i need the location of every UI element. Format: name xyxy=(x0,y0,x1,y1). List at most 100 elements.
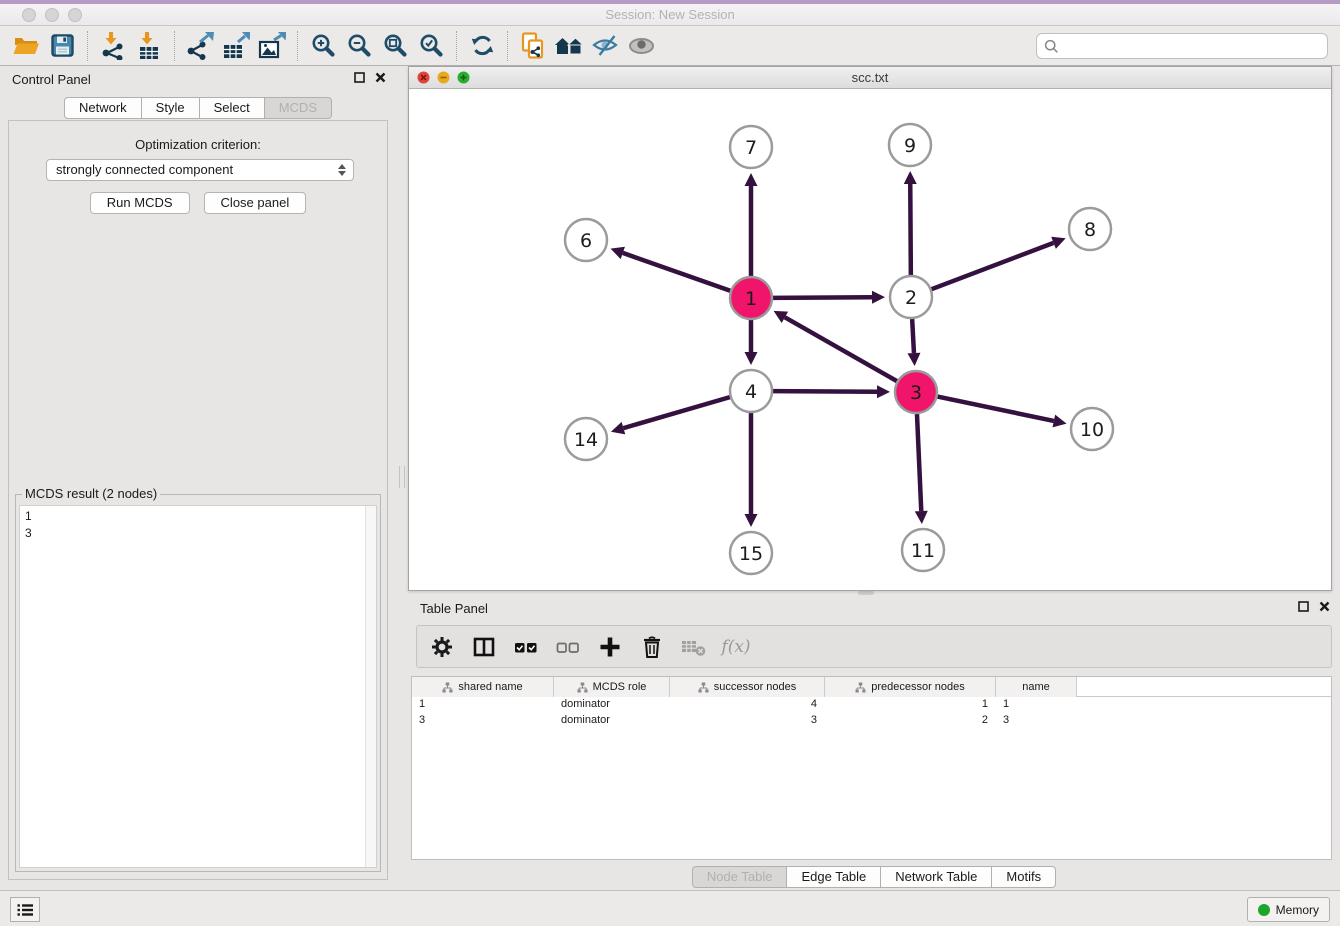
delete-table-icon[interactable] xyxy=(681,634,707,660)
cell[interactable]: dominator xyxy=(554,697,670,713)
zoom-out-icon[interactable] xyxy=(341,29,377,63)
column-header-shared-name[interactable]: shared name xyxy=(412,677,554,697)
cell[interactable]: 3 xyxy=(996,713,1077,729)
open-session-icon[interactable] xyxy=(8,29,44,63)
select-all-columns-icon[interactable] xyxy=(513,634,539,660)
tab-mcds[interactable]: MCDS xyxy=(265,97,332,119)
float-table-panel-icon[interactable] xyxy=(1298,601,1309,612)
graph-node-label-2: 2 xyxy=(905,287,917,309)
status-bar: Memory xyxy=(0,890,1340,926)
close-panel-button[interactable]: Close panel xyxy=(204,192,307,214)
node-table: shared nameMCDS rolesuccessor nodesprede… xyxy=(411,676,1332,860)
tab-network-table[interactable]: Network Table xyxy=(881,866,992,888)
close-panel-icon[interactable] xyxy=(375,72,386,83)
edge-2-3[interactable] xyxy=(912,319,914,353)
close-table-panel-icon[interactable] xyxy=(1319,601,1330,612)
delete-columns-trash-icon[interactable] xyxy=(639,634,665,660)
hide-graphics-details-icon[interactable] xyxy=(587,29,623,63)
tab-select[interactable]: Select xyxy=(200,97,265,119)
arrowhead-2-3 xyxy=(907,353,920,366)
result-scrollbar[interactable] xyxy=(365,506,376,867)
table-tabs: Node Table Edge Table Network Table Moti… xyxy=(408,866,1340,888)
zoom-fit-icon[interactable] xyxy=(377,29,413,63)
edge-3-1[interactable] xyxy=(785,317,897,381)
graph-node-label-14: 14 xyxy=(574,429,598,451)
arrowhead-1-2 xyxy=(872,291,885,304)
mcds-result-list[interactable]: 1 3 xyxy=(19,505,377,868)
graph-node-label-10: 10 xyxy=(1080,419,1104,441)
edge-3-11[interactable] xyxy=(917,414,921,511)
cell[interactable]: 3 xyxy=(412,713,554,729)
arrowhead-1-6 xyxy=(611,247,625,259)
network-window-titlebar[interactable]: scc.txt xyxy=(409,67,1331,89)
edge-4-14[interactable] xyxy=(623,397,729,428)
cell[interactable]: dominator xyxy=(554,713,670,729)
toolbar-separator xyxy=(456,31,457,61)
import-network-icon[interactable] xyxy=(95,29,131,63)
add-column-icon[interactable] xyxy=(597,634,623,660)
tab-network[interactable]: Network xyxy=(64,97,142,119)
criterion-select[interactable]: strongly connected component xyxy=(46,159,354,181)
toolbar-separator xyxy=(507,31,508,61)
mcds-result-title: MCDS result (2 nodes) xyxy=(22,486,160,501)
search-field[interactable] xyxy=(1036,33,1328,59)
memory-button[interactable]: Memory xyxy=(1247,897,1330,922)
arrowhead-3-11 xyxy=(915,511,928,524)
edge-2-8[interactable] xyxy=(932,243,1054,289)
save-session-icon[interactable] xyxy=(44,29,80,63)
deselect-all-columns-icon[interactable] xyxy=(555,634,581,660)
tab-node-table[interactable]: Node Table xyxy=(692,866,788,888)
window-title: Session: New Session xyxy=(0,7,1340,22)
column-header-name[interactable]: name xyxy=(996,677,1077,697)
edge-1-2[interactable] xyxy=(773,297,872,298)
memory-label: Memory xyxy=(1276,903,1319,917)
home-layout-icon[interactable] xyxy=(551,29,587,63)
memory-status-icon xyxy=(1258,904,1270,916)
export-table-icon[interactable] xyxy=(218,29,254,63)
column-header-MCDS-role[interactable]: MCDS role xyxy=(554,677,670,697)
table-toolbar: f(x) xyxy=(416,625,1332,668)
hierarchy-icon xyxy=(855,682,866,693)
edge-1-6[interactable] xyxy=(623,253,730,291)
cell[interactable]: 3 xyxy=(670,713,825,729)
table-body[interactable]: 1dominator4113dominator323 xyxy=(412,697,1331,859)
import-table-icon[interactable] xyxy=(131,29,167,63)
cell[interactable]: 1 xyxy=(825,697,996,713)
tab-motifs[interactable]: Motifs xyxy=(992,866,1056,888)
show-graphics-details-icon[interactable] xyxy=(623,29,659,63)
edge-4-3[interactable] xyxy=(773,391,877,392)
function-builder-icon[interactable]: f(x) xyxy=(723,634,749,660)
cell[interactable]: 1 xyxy=(412,697,554,713)
zoom-in-icon[interactable] xyxy=(305,29,341,63)
graph-node-label-15: 15 xyxy=(739,543,763,565)
export-network-icon[interactable] xyxy=(182,29,218,63)
table-row-2[interactable]: 3dominator323 xyxy=(412,713,1331,729)
tab-edge-table[interactable]: Edge Table xyxy=(787,866,881,888)
arrowhead-4-3 xyxy=(877,385,890,398)
column-header-predecessor-nodes[interactable]: predecessor nodes xyxy=(825,677,996,697)
run-mcds-button[interactable]: Run MCDS xyxy=(90,192,190,214)
float-panel-icon[interactable] xyxy=(354,72,365,83)
search-input[interactable] xyxy=(1059,36,1327,56)
cell[interactable]: 4 xyxy=(670,697,825,713)
cell[interactable]: 2 xyxy=(825,713,996,729)
column-header-successor-nodes[interactable]: successor nodes xyxy=(670,677,825,697)
edge-2-9[interactable] xyxy=(910,184,911,275)
copy-network-view-icon[interactable] xyxy=(515,29,551,63)
table-panel-title: Table Panel xyxy=(420,601,488,616)
zoom-selected-icon[interactable] xyxy=(413,29,449,63)
cell[interactable]: 1 xyxy=(996,697,1077,713)
show-columns-icon[interactable] xyxy=(471,634,497,660)
refresh-icon[interactable] xyxy=(464,29,500,63)
network-graph[interactable]: 1234678910111415 xyxy=(409,89,1331,590)
vertical-splitter[interactable] xyxy=(399,466,405,488)
table-row-1[interactable]: 1dominator411 xyxy=(412,697,1331,713)
mcds-result-items: 1 3 xyxy=(25,508,32,542)
titlebar-accent xyxy=(0,0,1340,4)
edge-3-10[interactable] xyxy=(938,397,1054,421)
graph-node-label-6: 6 xyxy=(580,230,592,252)
task-history-button[interactable] xyxy=(10,897,40,922)
tab-style[interactable]: Style xyxy=(142,97,200,119)
table-options-gear-icon[interactable] xyxy=(429,634,455,660)
export-image-icon[interactable] xyxy=(254,29,290,63)
